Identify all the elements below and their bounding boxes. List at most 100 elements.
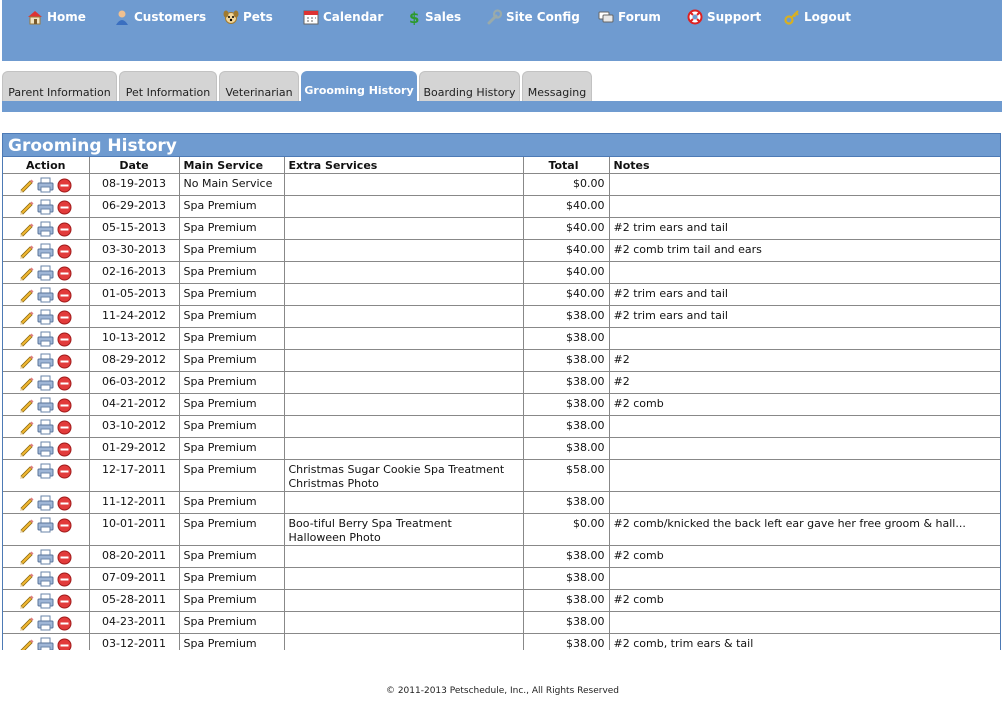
pencil-action pencil-icon[interactable] xyxy=(18,375,34,391)
printer-action printer-icon[interactable] xyxy=(37,397,54,413)
printer-action printer-icon[interactable] xyxy=(37,615,54,631)
delete-action delete-icon[interactable] xyxy=(57,200,72,215)
printer-action printer-icon[interactable] xyxy=(37,593,54,609)
tab-messaging[interactable]: Messaging xyxy=(522,71,592,101)
nav-calendar[interactable]: Calendar xyxy=(303,8,383,26)
pencil-action pencil-icon[interactable] xyxy=(18,441,34,457)
delete-action delete-icon[interactable] xyxy=(57,550,72,565)
row-actions xyxy=(7,615,85,631)
nav-support[interactable]: Support xyxy=(687,8,761,26)
printer-action printer-icon[interactable] xyxy=(37,287,54,303)
delete-action delete-icon[interactable] xyxy=(57,178,72,193)
pencil-action pencil-icon[interactable] xyxy=(18,287,34,303)
cell-extra-services xyxy=(284,195,524,218)
cell-extra-services: Christmas Sugar Cookie Spa Treatment Chri… xyxy=(284,459,524,492)
tab-parent-information[interactable]: Parent Information xyxy=(2,71,117,101)
delete-action delete-icon[interactable] xyxy=(57,222,72,237)
row-actions xyxy=(7,177,85,193)
printer-action printer-icon[interactable] xyxy=(37,309,54,325)
pencil-action pencil-icon[interactable] xyxy=(18,243,34,259)
printer-action printer-icon[interactable] xyxy=(37,375,54,391)
printer-action printer-icon[interactable] xyxy=(37,571,54,587)
pencil-action pencil-icon[interactable] xyxy=(18,397,34,413)
row-actions xyxy=(7,593,85,609)
delete-action delete-icon[interactable] xyxy=(57,332,72,347)
pencil-action pencil-icon[interactable] xyxy=(18,637,34,650)
printer-action printer-icon[interactable] xyxy=(37,331,54,347)
nav-logout[interactable]: Logout xyxy=(784,8,851,26)
tab-boarding-history[interactable]: Boarding History xyxy=(419,71,520,101)
pencil-action pencil-icon[interactable] xyxy=(18,353,34,369)
pencil-action pencil-icon[interactable] xyxy=(18,221,34,237)
nav-forum[interactable]: Forum xyxy=(598,8,661,26)
dollar-icon: $ xyxy=(405,9,421,27)
tab-grooming-history[interactable]: Grooming History xyxy=(301,71,417,101)
pencil-action pencil-icon[interactable] xyxy=(18,571,34,587)
cell-notes: #2 comb, trim ears & tail xyxy=(609,633,1000,650)
delete-action delete-icon[interactable] xyxy=(57,310,72,325)
delete-action delete-icon[interactable] xyxy=(57,572,72,587)
printer-action printer-icon[interactable] xyxy=(37,495,54,511)
table-row: 06-29-2013 Spa Premium $40.00 xyxy=(3,195,1000,218)
cell-total: $38.00 xyxy=(523,491,610,514)
pencil-action pencil-icon[interactable] xyxy=(18,615,34,631)
pencil-action pencil-icon[interactable] xyxy=(18,517,34,533)
top-nav-bar: Home Customers Pets Calendar $ Sales Sit… xyxy=(2,0,1002,61)
printer-action printer-icon[interactable] xyxy=(37,549,54,565)
printer-action printer-icon[interactable] xyxy=(37,243,54,259)
printer-action printer-icon[interactable] xyxy=(37,265,54,281)
extra-service-line: Christmas Photo xyxy=(288,477,379,490)
delete-action delete-icon[interactable] xyxy=(57,354,72,369)
pencil-action pencil-icon[interactable] xyxy=(18,463,34,479)
pencil-action pencil-icon[interactable] xyxy=(18,265,34,281)
tab-pet-information[interactable]: Pet Information xyxy=(119,71,217,101)
printer-action printer-icon[interactable] xyxy=(37,463,54,479)
printer-action printer-icon[interactable] xyxy=(37,441,54,457)
delete-action delete-icon[interactable] xyxy=(57,398,72,413)
pencil-action pencil-icon[interactable] xyxy=(18,309,34,325)
delete-action delete-icon[interactable] xyxy=(57,442,72,457)
pencil-action pencil-icon[interactable] xyxy=(18,419,34,435)
cell-main-service: Spa Premium xyxy=(179,371,285,394)
printer-action printer-icon[interactable] xyxy=(37,419,54,435)
row-actions xyxy=(7,517,85,533)
cell-notes: #2 comb trim tail and ears xyxy=(609,239,1000,262)
tab-veterinarian[interactable]: Veterinarian xyxy=(219,71,299,101)
key-icon xyxy=(784,9,800,25)
delete-action delete-icon[interactable] xyxy=(57,420,72,435)
nav-customers[interactable]: Customers xyxy=(114,8,206,26)
delete-action delete-icon[interactable] xyxy=(57,464,72,479)
pencil-action pencil-icon[interactable] xyxy=(18,593,34,609)
pencil-action pencil-icon[interactable] xyxy=(18,495,34,511)
delete-action delete-icon[interactable] xyxy=(57,266,72,281)
pencil-action pencil-icon[interactable] xyxy=(18,199,34,215)
nav-pets[interactable]: Pets xyxy=(223,8,273,26)
delete-action delete-icon[interactable] xyxy=(57,376,72,391)
delete-action delete-icon[interactable] xyxy=(57,638,72,650)
printer-action printer-icon[interactable] xyxy=(37,177,54,193)
nav-sales[interactable]: $ Sales xyxy=(405,8,461,27)
delete-action delete-icon[interactable] xyxy=(57,616,72,631)
delete-action delete-icon[interactable] xyxy=(57,496,72,511)
extra-service-line: Boo-tiful Berry Spa Treatment xyxy=(288,517,452,530)
printer-action printer-icon[interactable] xyxy=(37,199,54,215)
delete-action delete-icon[interactable] xyxy=(57,594,72,609)
row-actions xyxy=(7,265,85,281)
cell-extra-services xyxy=(284,305,524,328)
delete-action delete-icon[interactable] xyxy=(57,518,72,533)
panel-title: Grooming History xyxy=(3,134,1000,157)
printer-action printer-icon[interactable] xyxy=(37,637,54,650)
printer-action printer-icon[interactable] xyxy=(37,517,54,533)
pencil-action pencil-icon[interactable] xyxy=(18,177,34,193)
nav-home[interactable]: Home xyxy=(27,8,86,26)
printer-action printer-icon[interactable] xyxy=(37,221,54,237)
pencil-action pencil-icon[interactable] xyxy=(18,549,34,565)
cell-date: 08-19-2013 xyxy=(89,173,180,196)
pencil-action pencil-icon[interactable] xyxy=(18,331,34,347)
cell-date: 07-09-2011 xyxy=(89,567,180,590)
printer-action printer-icon[interactable] xyxy=(37,353,54,369)
delete-action delete-icon[interactable] xyxy=(57,288,72,303)
nav-site-config[interactable]: Site Config xyxy=(486,8,580,26)
cell-date: 01-05-2013 xyxy=(89,283,180,306)
delete-action delete-icon[interactable] xyxy=(57,244,72,259)
